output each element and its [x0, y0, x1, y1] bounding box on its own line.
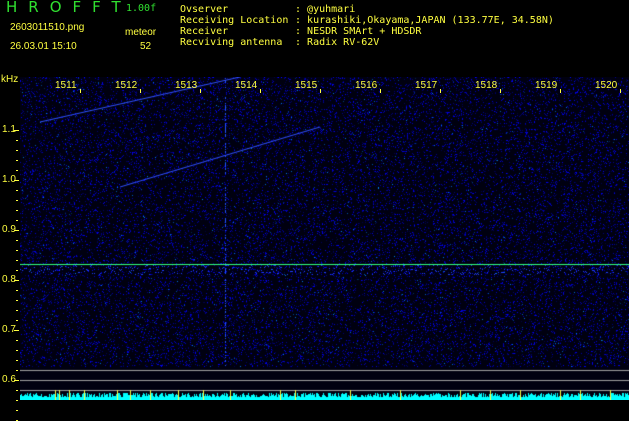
x-tick [500, 89, 501, 93]
info-label: Recviving antenna [180, 37, 295, 49]
x-tick-label: 1511 [55, 80, 77, 91]
info-value: NESDR SMArt + HDSDR [307, 26, 421, 37]
y-minor-tick [16, 340, 18, 341]
datetime: 26.03.01 15:10 [10, 41, 77, 53]
x-tick-label: 1517 [415, 80, 437, 91]
y-tick [14, 330, 19, 331]
y-tick [14, 230, 19, 231]
y-minor-tick [16, 290, 18, 291]
y-minor-tick [16, 310, 18, 311]
y-minor-tick [16, 250, 18, 251]
meteor-label: meteor [125, 27, 156, 39]
y-minor-tick [16, 350, 18, 351]
y-minor-tick [16, 200, 18, 201]
y-tick [14, 280, 19, 281]
x-tick [320, 89, 321, 93]
y-minor-tick [16, 220, 18, 221]
x-tick [200, 89, 201, 93]
version: 1.00f [126, 3, 156, 15]
x-tick [80, 89, 81, 93]
x-tick-label: 1515 [295, 80, 317, 91]
y-minor-tick [16, 300, 18, 301]
x-tick [440, 89, 441, 93]
y-unit: kHz [1, 74, 18, 86]
info-value: kurashiki,Okayama,JAPAN (133.77E, 34.58N… [307, 15, 554, 26]
y-minor-tick [16, 410, 18, 411]
y-minor-tick [16, 320, 18, 321]
y-tick [14, 130, 19, 131]
y-minor-tick [16, 140, 18, 141]
x-tick-label: 1514 [235, 80, 257, 91]
x-tick-label: 1512 [115, 80, 137, 91]
x-tick-label: 1516 [355, 80, 377, 91]
x-tick [620, 89, 621, 93]
info-row: Recviving antenna: Radix RV-62V [180, 37, 379, 49]
x-tick [260, 89, 261, 93]
info-value: @yuhmari [307, 4, 355, 15]
meteor-count: 52 [140, 41, 151, 53]
x-tick-label: 1520 [595, 80, 617, 91]
y-minor-tick [16, 210, 18, 211]
y-minor-tick [16, 360, 18, 361]
y-minor-tick [16, 240, 18, 241]
y-minor-tick [16, 190, 18, 191]
y-minor-tick [16, 170, 18, 171]
y-minor-tick [16, 150, 18, 151]
x-tick-label: 1513 [175, 80, 197, 91]
y-minor-tick [16, 370, 18, 371]
y-minor-tick [16, 390, 18, 391]
x-tick-label: 1518 [475, 80, 497, 91]
y-tick [14, 180, 19, 181]
y-minor-tick [16, 400, 18, 401]
info-value: Radix RV-62V [307, 37, 379, 48]
waterfall-spectrogram [20, 77, 629, 400]
app-logo: HROFFT [6, 1, 132, 13]
x-tick [560, 89, 561, 93]
y-minor-tick [16, 260, 18, 261]
x-tick-label: 1519 [535, 80, 557, 91]
x-tick [140, 89, 141, 93]
y-minor-tick [16, 270, 18, 271]
y-tick [14, 380, 19, 381]
y-minor-tick [16, 160, 18, 161]
filename: 2603011510.png [10, 22, 84, 34]
x-tick [380, 89, 381, 93]
